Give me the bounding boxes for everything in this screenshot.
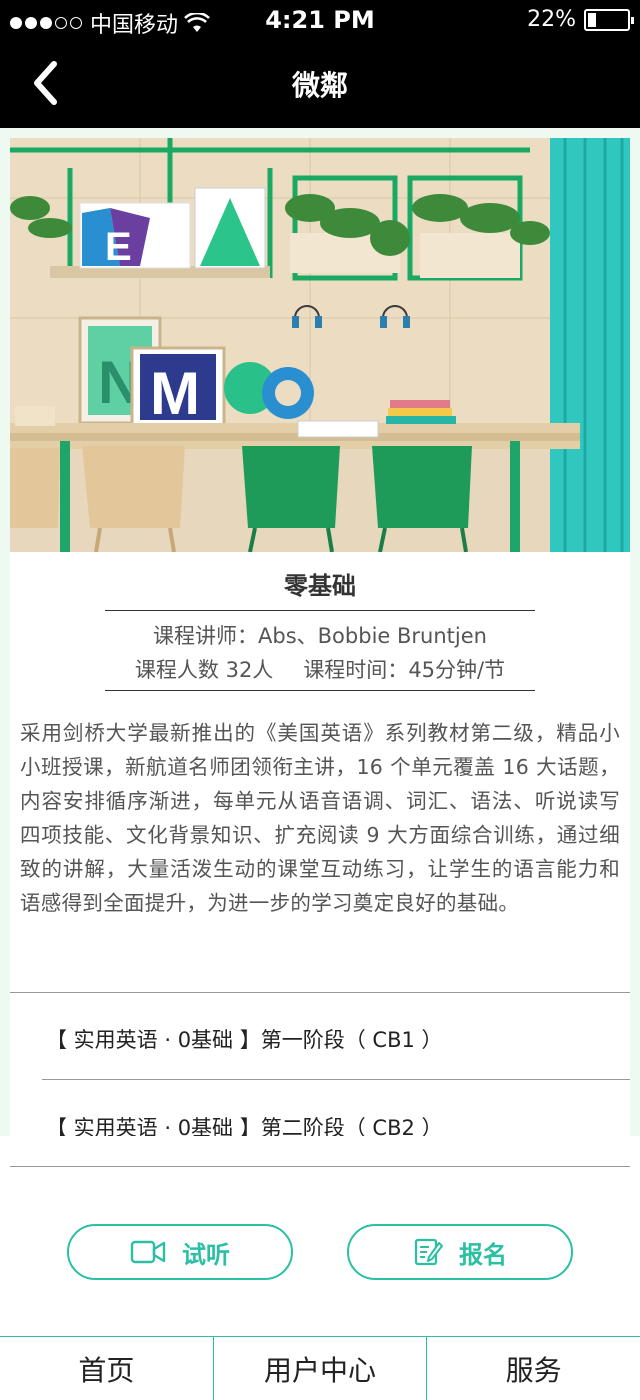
battery-percent: 22% xyxy=(527,7,576,32)
title-divider-top xyxy=(105,610,535,611)
stage-item-1[interactable]: 【 实用英语 · 0基础 】第一阶段（ CB1 ） xyxy=(46,1024,443,1054)
course-info-line: 课程人数 32人 课程时间：45分钟/节 xyxy=(10,654,630,684)
battery-fill xyxy=(588,12,597,27)
status-right: 22% xyxy=(527,7,634,32)
section-divider xyxy=(10,992,630,993)
stage-divider xyxy=(42,1079,630,1080)
course-card: E N M 零基础 课程讲师：Abs、Bobbie Bruntjen 课程人数 … xyxy=(10,138,630,1136)
tab-user-center[interactable]: 用户中心 xyxy=(212,1337,427,1400)
tab-services[interactable]: 服务 xyxy=(426,1337,640,1400)
enroll-button[interactable]: 报名 xyxy=(347,1224,573,1280)
svg-text:M: M xyxy=(150,360,200,427)
course-description: 采用剑桥大学最新推出的《美国英语》系列教材第二级，精品小小班授课，新航道名师团领… xyxy=(20,721,620,915)
trial-button[interactable]: 试听 xyxy=(67,1224,293,1280)
trial-label: 试听 xyxy=(182,1240,230,1269)
course-count-label: 课程人数 xyxy=(134,658,219,682)
list-end-divider xyxy=(10,1166,630,1167)
course-count-value: 32人 xyxy=(225,658,274,682)
content-area[interactable]: E N M 零基础 课程讲师：Abs、Bobbie Bruntjen 课程人数 … xyxy=(0,128,640,1136)
enroll-label: 报名 xyxy=(459,1240,507,1269)
nav-bar: 微鄰 xyxy=(0,40,640,128)
bottom-tab-bar: 首页 用户中心 服务 xyxy=(0,1336,640,1400)
svg-text:E: E xyxy=(105,225,132,269)
edit-form-icon xyxy=(414,1238,443,1266)
page-title: 微鄰 xyxy=(291,69,348,102)
course-cover-image: E N M xyxy=(10,138,630,552)
stage-item-2[interactable]: 【 实用英语 · 0基础 】第二阶段（ CB2 ） xyxy=(46,1112,443,1136)
battery-icon xyxy=(584,8,634,31)
video-camera-icon xyxy=(130,1240,166,1264)
course-teacher: 课程讲师：Abs、Bobbie Bruntjen xyxy=(153,624,487,648)
course-title: 零基础 xyxy=(284,572,356,600)
status-bar: 中国移动 4:21 PM 22% xyxy=(0,0,640,40)
title-divider-bottom xyxy=(105,690,535,691)
tab-home[interactable]: 首页 xyxy=(0,1337,213,1400)
course-time-value: 45分钟/节 xyxy=(408,658,506,682)
course-time-label: 课程时间： xyxy=(303,658,409,682)
